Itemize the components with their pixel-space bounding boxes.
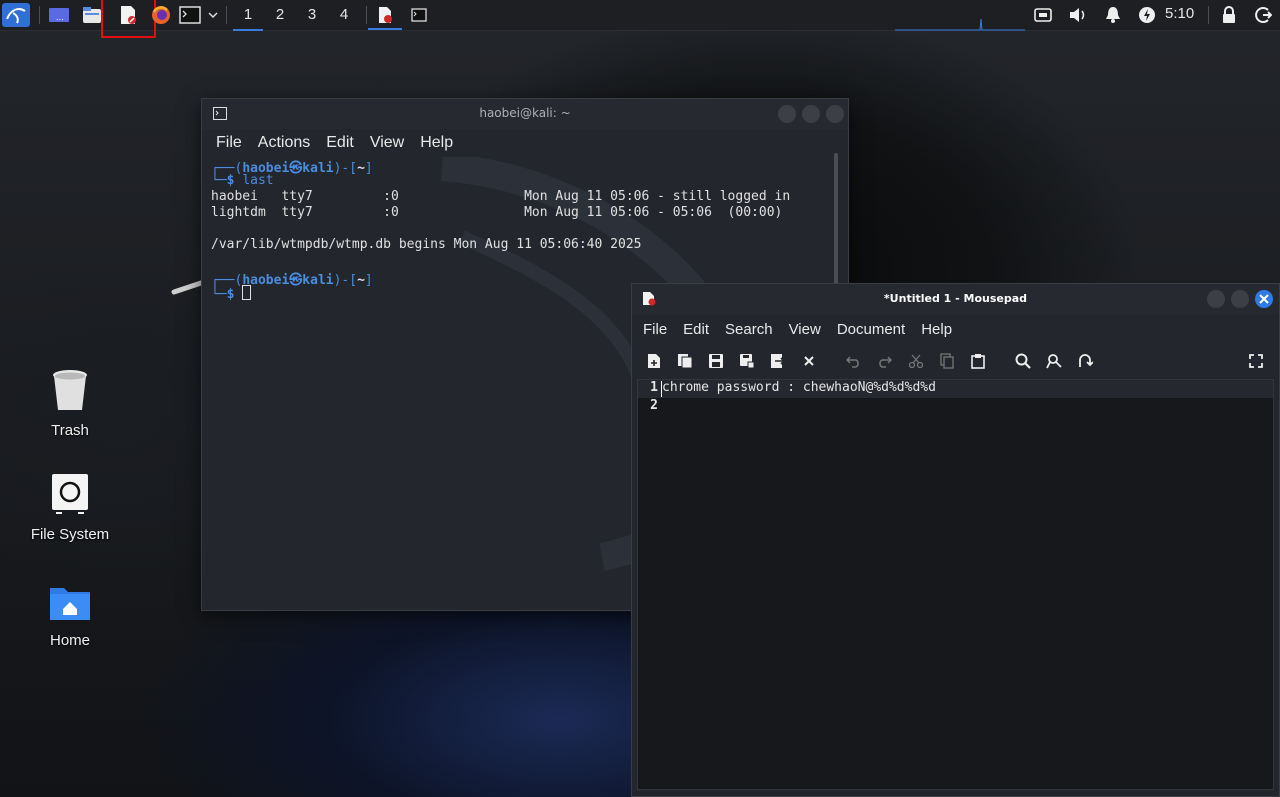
- maximize-button[interactable]: [802, 105, 820, 123]
- command-text: last: [242, 173, 274, 188]
- paste-icon[interactable]: [969, 352, 987, 370]
- firefox-icon[interactable]: [150, 3, 172, 27]
- cpu-graph: [895, 16, 1025, 31]
- editor-line[interactable]: 1 chrome password : chewhaoN@%d%d%d%d: [638, 380, 1273, 398]
- menu-file[interactable]: File: [208, 134, 250, 152]
- menu-document[interactable]: Document: [829, 321, 913, 338]
- volume-icon[interactable]: [1066, 3, 1090, 27]
- panel-separator: [366, 6, 367, 24]
- new-document-icon[interactable]: [645, 352, 663, 370]
- save-as-icon[interactable]: [738, 352, 756, 370]
- undo-icon[interactable]: [845, 352, 863, 370]
- line-text: chrome password : chewhaoN@%d%d%d%d: [662, 380, 936, 395]
- network-icon[interactable]: [1032, 3, 1054, 27]
- mousepad-titlebar[interactable]: *Untitled 1 - Mousepad: [632, 284, 1279, 314]
- desktop-home[interactable]: Home: [20, 582, 120, 649]
- mousepad-window[interactable]: *Untitled 1 - Mousepad File Edit Search …: [631, 283, 1280, 797]
- output-line: /var/lib/wtmpdb/wtmp.db begins Mon Aug 1…: [211, 237, 642, 252]
- svg-text:...: ...: [56, 13, 64, 22]
- mousepad-toolbar: [632, 344, 1279, 378]
- workspace-4[interactable]: 4: [329, 3, 359, 27]
- text-editor[interactable]: 1 chrome password : chewhaoN@%d%d%d%d 2: [637, 379, 1274, 790]
- trash-icon: [53, 370, 87, 410]
- cut-icon[interactable]: [907, 352, 925, 370]
- close-icon: [1259, 294, 1269, 304]
- prompt-at-symbol: ㉿: [289, 273, 303, 288]
- menu-search[interactable]: Search: [717, 321, 781, 338]
- panel-separator: [1208, 6, 1209, 24]
- output-line: haobei tty7 :0 Mon Aug 11 05:06 - still …: [211, 189, 791, 204]
- trash-label: Trash: [51, 422, 89, 439]
- maximize-button[interactable]: [1231, 290, 1249, 308]
- menu-view[interactable]: View: [781, 321, 829, 338]
- top-panel: ... 1 2 3 4 5:10: [0, 0, 1280, 38]
- filesystem-label: File System: [30, 526, 110, 543]
- reload-icon[interactable]: [769, 352, 787, 370]
- editor-line[interactable]: 2: [638, 398, 1273, 416]
- save-icon[interactable]: [707, 352, 725, 370]
- home-label: Home: [49, 632, 90, 649]
- workspace-1[interactable]: 1: [233, 3, 263, 31]
- prompt-dir: ~: [357, 273, 365, 288]
- notification-icon[interactable]: [1102, 3, 1124, 27]
- command-line: └─$ last: [211, 173, 274, 188]
- mousepad-title: *Untitled 1 - Mousepad: [883, 292, 1028, 305]
- input-line[interactable]: └─$: [211, 285, 252, 302]
- panel-separator: [39, 6, 40, 24]
- desktop-trash[interactable]: Trash: [20, 368, 120, 439]
- menu-help[interactable]: Help: [412, 134, 461, 152]
- prompt-at-symbol: ㉿: [289, 161, 303, 176]
- filesystem-icon: [52, 474, 88, 514]
- lock-icon[interactable]: [1218, 3, 1240, 27]
- terminal-cursor: [242, 285, 252, 300]
- go-to-line-icon[interactable]: [1076, 352, 1094, 370]
- mousepad-menubar: File Edit Search View Document Help: [632, 314, 1279, 344]
- menu-view[interactable]: View: [362, 134, 412, 152]
- workspace-3[interactable]: 3: [297, 3, 327, 27]
- line-number: 2: [650, 398, 658, 413]
- mousepad-task-icon[interactable]: [368, 2, 402, 30]
- dropdown-icon[interactable]: [205, 3, 221, 27]
- close-button[interactable]: [1255, 290, 1273, 308]
- fullscreen-icon[interactable]: [1247, 352, 1265, 370]
- terminal-task-icon[interactable]: [402, 2, 436, 28]
- menu-edit[interactable]: Edit: [675, 321, 717, 338]
- line-number: 1: [650, 380, 658, 395]
- copy-icon[interactable]: [938, 352, 956, 370]
- output-line: lightdm tty7 :0 Mon Aug 11 05:06 - 05:06…: [211, 205, 783, 220]
- show-desktop-icon[interactable]: ...: [47, 3, 71, 27]
- prompt-host: kali: [302, 161, 334, 176]
- new-window-icon[interactable]: [676, 352, 694, 370]
- kali-menu-icon[interactable]: [2, 3, 30, 27]
- power-manager-icon[interactable]: [1136, 3, 1158, 27]
- close-button[interactable]: [826, 105, 844, 123]
- highlight-box: [101, 0, 156, 38]
- terminal-titlebar[interactable]: haobei@kali: ~: [202, 99, 848, 129]
- search-icon[interactable]: [1014, 352, 1032, 370]
- desktop-filesystem[interactable]: File System: [20, 472, 120, 543]
- minimize-button[interactable]: [778, 105, 796, 123]
- prompt-dir: ~: [357, 161, 365, 176]
- terminal-menubar: File Actions Edit View Help: [202, 129, 848, 157]
- prompt-host: kali: [302, 273, 334, 288]
- menu-file[interactable]: File: [635, 321, 675, 338]
- logout-icon[interactable]: [1252, 3, 1274, 27]
- panel-separator: [226, 6, 227, 24]
- menu-help[interactable]: Help: [913, 321, 960, 338]
- terminal-title: haobei@kali: ~: [479, 106, 571, 120]
- terminal-launcher-icon[interactable]: [178, 3, 202, 27]
- home-folder-icon: [50, 588, 90, 620]
- find-replace-icon[interactable]: [1045, 352, 1063, 370]
- redo-icon[interactable]: [875, 352, 893, 370]
- workspace-2[interactable]: 2: [265, 3, 295, 27]
- close-document-icon[interactable]: [800, 352, 818, 370]
- minimize-button[interactable]: [1207, 290, 1225, 308]
- menu-actions[interactable]: Actions: [250, 134, 318, 152]
- menu-edit[interactable]: Edit: [318, 134, 362, 152]
- text-caret: [661, 381, 662, 397]
- clock[interactable]: 5:10: [1165, 5, 1194, 22]
